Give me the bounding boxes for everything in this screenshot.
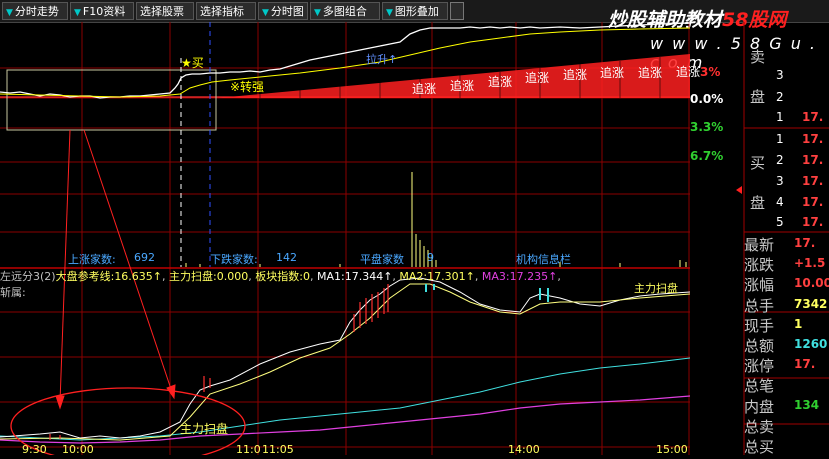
sector-value: 0 (302, 270, 310, 283)
field-label: 涨停 (744, 357, 775, 375)
field-value: 17. (794, 236, 816, 250)
indicator-subline: 斩属: (0, 286, 26, 299)
triangle-icon: ▼ (386, 8, 393, 18)
sweep-label: 主力扫盘: (169, 270, 217, 283)
ma1-value: 17.344↑ (344, 270, 393, 283)
buy-row-2-val: 17. (802, 153, 824, 167)
field-label: 总额 (744, 337, 775, 355)
market-ref-label: 大盘参考线: (55, 270, 115, 283)
highlight-box (6, 69, 217, 131)
quote-panel: 3% 0.0% 3.3% 6.7% 卖 盘 3 2 1 17. 买 盘 1 17… (690, 22, 829, 456)
time-label-0930: 9:30 (22, 443, 47, 456)
buy-row-2-num: 2 (776, 153, 784, 167)
field-value: 1260 (794, 337, 828, 351)
chart-area[interactable]: ★买 ※转强 拉升↑ 追涨 追涨 追涨 追涨 追涨 追涨 追涨 追涨 上涨家数: 692 下跌… (0, 22, 700, 459)
down-count-value: 142 (276, 251, 297, 264)
sell-label-2: 盘 (750, 88, 766, 106)
chase-label: 追涨 (563, 68, 588, 82)
up-count-value: 692 (134, 251, 155, 264)
field-value: +1.5 (794, 256, 826, 270)
field-label: 总买 (744, 438, 775, 456)
sweep-cyan-bars (425, 284, 549, 302)
sweep-value: 0.000 (216, 270, 249, 283)
triangle-icon: ▼ (262, 8, 269, 18)
field-value: 134 (794, 398, 820, 412)
flat-count-label: 平盘家数 (360, 253, 404, 266)
sell-label-1: 卖 (750, 48, 766, 66)
sell-row-3-num: 3 (776, 68, 784, 82)
down-count-label: 下跌家数: (210, 253, 258, 266)
time-label-1100: 11:0 (236, 443, 261, 456)
tab-select-indicator[interactable]: 选择指标 (196, 2, 256, 20)
indicator-prefix: 左远分3(2) (0, 270, 56, 283)
field-label: 内盘 (744, 398, 775, 416)
buy-row-1-num: 1 (776, 132, 784, 146)
buy-row-5-val: 17. (802, 215, 824, 229)
sell-row-2-num: 2 (776, 90, 784, 104)
inst-info-label: 机构信息栏 (516, 253, 571, 266)
pull-up-label: 拉升↑ (366, 53, 398, 66)
tab-select-stock[interactable]: 选择股票 (136, 2, 194, 20)
tab-multi-chart[interactable]: ▼ 多图组合 (310, 2, 380, 20)
sell-row-1-val: 17. (802, 110, 824, 124)
indicator-yellow-line (0, 283, 691, 441)
buy-row-3-val: 17. (802, 174, 824, 188)
buy-row-4-num: 4 (776, 195, 784, 209)
buy-label-1: 买 (750, 154, 766, 172)
chase-label: 追涨 (600, 66, 625, 80)
time-label-1000: 10:00 (62, 443, 94, 456)
up-count-label: 上涨家数: (68, 253, 116, 266)
time-label-1105: 11:05 (262, 443, 294, 456)
market-ref-value: 16.635↑ (114, 270, 163, 283)
intraday-chart[interactable] (0, 22, 691, 459)
sector-label: 板块指数: (255, 270, 303, 283)
triangle-icon: ▼ (74, 8, 81, 18)
chase-label: 追涨 (412, 82, 437, 96)
lock-icon[interactable] (450, 2, 464, 20)
triangle-icon: ▼ (6, 8, 13, 18)
indicator-name: 主力扫盘 (634, 282, 678, 295)
chase-label: 追涨 (450, 79, 475, 93)
field-value: 7342 (794, 297, 828, 311)
sell-row-1-num: 1 (776, 110, 784, 124)
buy-row-1-val: 17. (802, 132, 824, 146)
sweep-annotation: 主力扫盘 (180, 422, 229, 436)
field-value: 17. (794, 357, 816, 371)
buy-row-5-num: 5 (776, 215, 784, 229)
field-value: 1 (794, 317, 803, 331)
ma3-value: 17.235↑ (509, 270, 558, 283)
chase-label: 追涨 (638, 66, 663, 80)
triangle-icon: ▼ (314, 8, 321, 18)
tab-time-chart[interactable]: ▼ 分时图 (258, 2, 308, 20)
buy-label-2: 盘 (750, 194, 766, 212)
buy-row-4-val: 17. (802, 195, 824, 209)
sweep-bars (49, 284, 389, 440)
turn-strong-label: ※转强 (230, 80, 265, 94)
tab-overlay[interactable]: ▼ 图形叠加 (382, 2, 448, 20)
field-label: 最新 (744, 236, 775, 254)
flat-count-value: 9 (427, 251, 434, 264)
volume-bars (185, 172, 687, 267)
field-label: 现手 (744, 317, 775, 335)
field-label: 涨幅 (744, 276, 775, 294)
field-label: 总手 (744, 297, 775, 315)
time-label-1400: 14:00 (508, 443, 540, 456)
tab-f10[interactable]: ▼ F10资料 (70, 2, 134, 20)
ma2-value: 17.301↑ (427, 270, 475, 283)
chase-label: 追涨 (488, 75, 513, 89)
buy-row-3-num: 3 (776, 174, 784, 188)
ma1-label: MA1: (316, 270, 345, 283)
indicator-header: 左远分3(2)大盘参考线:16.635↑, 主力扫盘:0.000, 板块指数:0… (0, 270, 561, 283)
chase-label: 追涨 (525, 71, 550, 85)
tab-time-trend[interactable]: ▼ 分时走势 (2, 2, 68, 20)
buy-label: ★买 (181, 56, 204, 70)
ma3-label: MA3: (481, 270, 510, 283)
field-value: 10.00 (794, 276, 829, 290)
field-label: 总卖 (744, 418, 775, 436)
ma2-label: MA2: (399, 270, 428, 283)
field-label: 涨跌 (744, 256, 775, 274)
field-label: 总笔 (744, 377, 775, 395)
time-label-1500: 15:00 (656, 443, 688, 456)
